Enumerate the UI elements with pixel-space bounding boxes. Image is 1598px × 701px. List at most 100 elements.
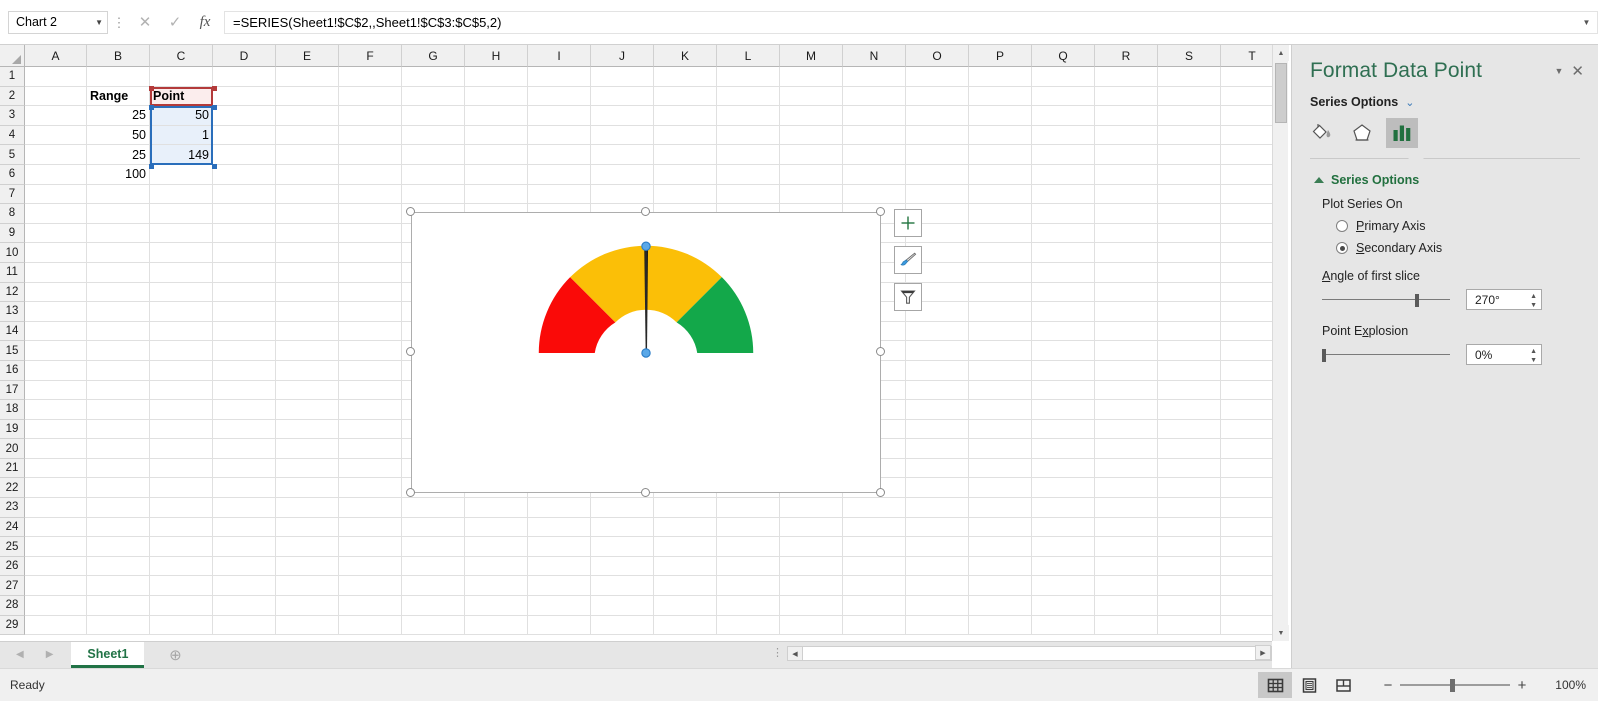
cell-A25[interactable] <box>25 537 87 557</box>
series-options-section-header[interactable]: Series Options <box>1292 159 1598 187</box>
cell-S15[interactable] <box>1158 341 1221 361</box>
cell-J7[interactable] <box>591 184 654 205</box>
cell-F2[interactable] <box>339 86 402 107</box>
collapse-triangle-icon[interactable] <box>1314 177 1324 183</box>
chart-resize-handle-ml[interactable] <box>406 347 415 356</box>
cell-H5[interactable] <box>465 145 528 165</box>
cell-K2[interactable] <box>654 86 717 107</box>
cell-E2[interactable] <box>276 86 339 107</box>
scroll-left-icon[interactable]: ◀ <box>787 646 803 661</box>
cell-D5[interactable] <box>213 145 276 165</box>
row-header-25[interactable]: 25 <box>0 537 25 557</box>
cell-G27[interactable] <box>402 576 465 597</box>
scroll-down-icon[interactable]: ▼ <box>1273 625 1289 641</box>
cell-P4[interactable] <box>969 125 1032 146</box>
cell-A20[interactable] <box>25 439 87 459</box>
cell-R17[interactable] <box>1095 380 1158 401</box>
cell-P15[interactable] <box>969 341 1032 361</box>
row-header-27[interactable]: 27 <box>0 576 25 597</box>
cell-Q15[interactable] <box>1032 341 1095 361</box>
cell-B3[interactable]: 25 <box>87 106 150 126</box>
cell-K7[interactable] <box>654 184 717 205</box>
cell-I7[interactable] <box>528 184 591 205</box>
normal-view-button[interactable] <box>1258 672 1292 698</box>
cell-B15[interactable] <box>87 341 150 361</box>
cell-N23[interactable] <box>843 498 906 518</box>
cell-I26[interactable] <box>528 556 591 577</box>
horizontal-scroll-track[interactable] <box>803 646 1272 661</box>
cell-R18[interactable] <box>1095 400 1158 420</box>
cell-M27[interactable] <box>780 576 843 597</box>
cell-C9[interactable] <box>150 223 213 244</box>
cell-C29[interactable] <box>150 615 213 636</box>
cell-R21[interactable] <box>1095 458 1158 479</box>
cell-Q16[interactable] <box>1032 360 1095 381</box>
cell-S25[interactable] <box>1158 537 1221 557</box>
cell-D7[interactable] <box>213 184 276 205</box>
spinner-arrows-icon[interactable]: ▲ ▼ <box>1530 346 1537 365</box>
zoom-slider[interactable] <box>1400 678 1510 692</box>
cell-C24[interactable] <box>150 517 213 538</box>
cell-E19[interactable] <box>276 419 339 440</box>
cell-B4[interactable]: 50 <box>87 125 150 146</box>
cell-H7[interactable] <box>465 184 528 205</box>
cell-D18[interactable] <box>213 400 276 420</box>
cell-B12[interactable] <box>87 282 150 303</box>
cell-P10[interactable] <box>969 243 1032 263</box>
row-header-7[interactable]: 7 <box>0 184 25 205</box>
cell-R27[interactable] <box>1095 576 1158 597</box>
cell-S19[interactable] <box>1158 419 1221 440</box>
cell-F21[interactable] <box>339 458 402 479</box>
row-header-18[interactable]: 18 <box>0 400 25 420</box>
cell-I23[interactable] <box>528 498 591 518</box>
angle-slider-thumb[interactable] <box>1415 293 1419 307</box>
cell-E13[interactable] <box>276 302 339 322</box>
cell-P18[interactable] <box>969 400 1032 420</box>
column-header-H[interactable]: H <box>465 45 528 67</box>
cell-L25[interactable] <box>717 537 780 557</box>
cell-Q24[interactable] <box>1032 517 1095 538</box>
cell-G6[interactable] <box>402 164 465 185</box>
cell-O16[interactable] <box>906 360 969 381</box>
cell-D2[interactable] <box>213 86 276 107</box>
cell-R9[interactable] <box>1095 223 1158 244</box>
row-header-5[interactable]: 5 <box>0 145 25 165</box>
column-header-S[interactable]: S <box>1158 45 1221 67</box>
cell-Q11[interactable] <box>1032 262 1095 283</box>
cell-Q6[interactable] <box>1032 164 1095 185</box>
cell-E6[interactable] <box>276 164 339 185</box>
column-header-C[interactable]: C <box>150 45 213 67</box>
cell-S20[interactable] <box>1158 439 1221 459</box>
page-break-preview-button[interactable] <box>1326 672 1360 698</box>
cell-Q2[interactable] <box>1032 86 1095 107</box>
cell-O5[interactable] <box>906 145 969 165</box>
cell-Q25[interactable] <box>1032 537 1095 557</box>
vertical-scrollbar[interactable]: ▲ ▼ <box>1272 45 1289 641</box>
cell-B23[interactable] <box>87 498 150 518</box>
cell-O1[interactable] <box>906 67 969 87</box>
cell-Q20[interactable] <box>1032 439 1095 459</box>
column-header-K[interactable]: K <box>654 45 717 67</box>
cell-J3[interactable] <box>591 106 654 126</box>
cell-D11[interactable] <box>213 262 276 283</box>
radio-primary-axis-button[interactable] <box>1336 220 1348 232</box>
cell-L29[interactable] <box>717 615 780 636</box>
row-header-17[interactable]: 17 <box>0 380 25 401</box>
cell-Q26[interactable] <box>1032 556 1095 577</box>
cell-B14[interactable] <box>87 321 150 342</box>
cell-C27[interactable] <box>150 576 213 597</box>
chart-elements-button[interactable] <box>894 209 922 237</box>
cell-S16[interactable] <box>1158 360 1221 381</box>
cell-P19[interactable] <box>969 419 1032 440</box>
cell-M29[interactable] <box>780 615 843 636</box>
pane-subtitle[interactable]: Series Options ⌄ <box>1292 83 1598 109</box>
cell-H2[interactable] <box>465 86 528 107</box>
cell-M28[interactable] <box>780 596 843 616</box>
cell-K23[interactable] <box>654 498 717 518</box>
cell-P23[interactable] <box>969 498 1032 518</box>
cell-I27[interactable] <box>528 576 591 597</box>
split-handle-dots-icon[interactable]: ⋮ <box>772 645 783 662</box>
cell-S7[interactable] <box>1158 184 1221 205</box>
cell-O19[interactable] <box>906 419 969 440</box>
cell-Q17[interactable] <box>1032 380 1095 401</box>
